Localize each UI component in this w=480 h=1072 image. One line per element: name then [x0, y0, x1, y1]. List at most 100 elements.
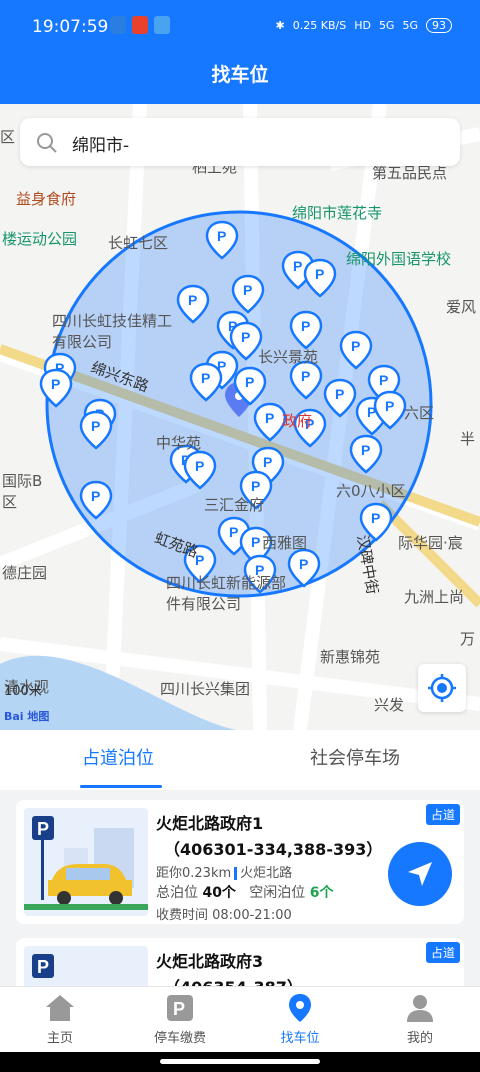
svg-text:P: P [173, 999, 185, 1019]
nav-home[interactable]: 主页 [20, 991, 100, 1046]
map-label: 四川长兴集团 [160, 680, 251, 698]
svg-text:P: P [385, 398, 394, 414]
bottom-nav: 主页 P 停车缴费 找车位 我的 [0, 986, 480, 1053]
search-icon [37, 133, 57, 153]
status-time: 19:07:59 [32, 17, 109, 37]
map-scale: 100米 [4, 684, 42, 699]
svg-text:P: P [201, 370, 210, 386]
map-label: 爱风 [446, 298, 477, 316]
svg-text:P: P [335, 386, 344, 402]
free-count: 6个 [309, 885, 334, 901]
status-bar: 19:07:59 ✱ 0.25 KB/S HD 5G 5G 93 [0, 0, 480, 54]
svg-text:P: P [371, 510, 380, 526]
nav-profile[interactable]: 我的 [380, 991, 460, 1046]
total-count: 40个 [202, 885, 236, 901]
nav-label: 找车位 [280, 1031, 320, 1046]
map-label: 四川长虹技佳精工有限公司 [52, 312, 173, 351]
app-notification-icon [132, 16, 148, 34]
parking-title: 火炬北路政府3 [156, 952, 264, 971]
hd-icon: HD [354, 19, 371, 32]
svg-text:P: P [301, 368, 310, 384]
battery-icon: 93 [426, 18, 452, 33]
parking-code: （406301-334,388-393） [164, 840, 383, 859]
signal-icon: 5G [402, 19, 418, 32]
home-icon [46, 995, 74, 1021]
map-label: 楼运动公园 [2, 230, 78, 248]
nav-find-parking[interactable]: 找车位 [260, 991, 340, 1046]
svg-text:P: P [299, 556, 308, 572]
free-label: 空闲泊位 [249, 885, 306, 901]
map-label: 六区 [404, 404, 435, 422]
nav-label: 我的 [406, 1031, 433, 1046]
svg-text:P: P [195, 458, 204, 474]
notification-icons [110, 16, 170, 34]
svg-text:P: P [188, 292, 197, 308]
svg-text:P: P [229, 524, 238, 540]
navigate-button[interactable] [388, 842, 452, 906]
app-notification-icon [110, 16, 126, 34]
map-view[interactable]: PPPPPPPPPPPPPPPPPPPPPPPPPPPPPPPPPPP 益身食府… [0, 104, 480, 730]
tab-bar: 占道泊位 社会停车场 [0, 730, 480, 790]
map-label: 三汇金府 [204, 496, 265, 514]
status-badge: 占道 [425, 804, 460, 825]
road-text: 火炬北路 [240, 866, 293, 881]
svg-text:P: P [263, 454, 272, 470]
map-label: 新惠锦苑 [320, 648, 381, 666]
map-label: 政府 [282, 412, 313, 430]
charge-hours: 收费时间 08:00-21:00 [156, 908, 292, 923]
svg-text:P: P [251, 534, 260, 550]
tab-roadside[interactable]: 占道泊位 [82, 744, 154, 770]
svg-text:P: P [91, 488, 100, 504]
results-panel: 占道泊位 社会停车场 P 火炬北路政府1 （406301-334,388-393… [0, 730, 480, 986]
baidu-logo: Bai 地图 [4, 710, 50, 723]
map-label: 半 [460, 430, 476, 448]
parking-card[interactable]: P 火炬北路政府1 （406301-334,388-393） 距你0.23km 火… [16, 800, 464, 924]
parking-card[interactable]: P 火炬北路政府3 （406354-387） 占道 [16, 938, 464, 986]
map-label: 万 [460, 630, 476, 648]
user-icon [407, 995, 433, 1022]
svg-text:P: P [51, 376, 60, 392]
crosshair-icon [428, 674, 456, 702]
parking-distance: 距你0.23km 火炬北路 [156, 862, 292, 881]
tab-indicator [80, 785, 162, 788]
nav-payment[interactable]: P 停车缴费 [140, 991, 220, 1046]
map-label: 六0八小区 [336, 482, 406, 500]
search-bar[interactable] [20, 118, 460, 166]
map-label: 九洲上尚 [404, 588, 465, 606]
map-label: 益身食府 [16, 190, 77, 208]
map-label: 长虹七区 [108, 234, 169, 252]
svg-text:P: P [293, 258, 302, 274]
map-label: 中华苑 [156, 434, 202, 452]
nav-label: 停车缴费 [153, 1031, 206, 1046]
svg-text:P: P [315, 266, 324, 282]
parking-code: （406354-387） [164, 974, 303, 986]
map-label: 区 [0, 128, 16, 146]
svg-text:P: P [251, 478, 260, 494]
map-label: 绵阳市莲花寺 [292, 204, 383, 222]
search-input[interactable] [70, 126, 444, 160]
tab-parking-lot[interactable]: 社会停车场 [310, 744, 400, 770]
total-label: 总泊位 [156, 885, 198, 901]
map-label: 际华园·宸 [398, 534, 463, 552]
svg-text:P: P [241, 329, 250, 345]
svg-text:P: P [265, 410, 274, 426]
svg-text:P: P [361, 442, 370, 458]
map-label: 绵阳外国语学校 [346, 250, 452, 268]
parking-thumbnail: P [24, 946, 148, 986]
status-badge: 占道 [425, 942, 460, 963]
locate-me-button[interactable] [418, 664, 466, 712]
parking-thumbnail: P [24, 808, 148, 916]
map-label: 四川长虹新能源部件有限公司 [166, 574, 287, 613]
svg-text:P: P [91, 418, 100, 434]
net-speed: 0.25 KB/S [292, 19, 347, 32]
svg-text:P: P [37, 957, 49, 977]
nav-label: 主页 [46, 1031, 73, 1046]
signal-icon: 5G [378, 19, 395, 32]
system-home-bar [0, 1052, 480, 1072]
svg-text:P: P [243, 282, 252, 298]
parking-title: 火炬北路政府1 [156, 814, 264, 833]
app-notification-icon [154, 16, 170, 34]
map-label: 长兴景苑 [258, 348, 319, 366]
map-label: 兴发 [374, 696, 405, 714]
map-label: 国际B区 [2, 472, 43, 511]
